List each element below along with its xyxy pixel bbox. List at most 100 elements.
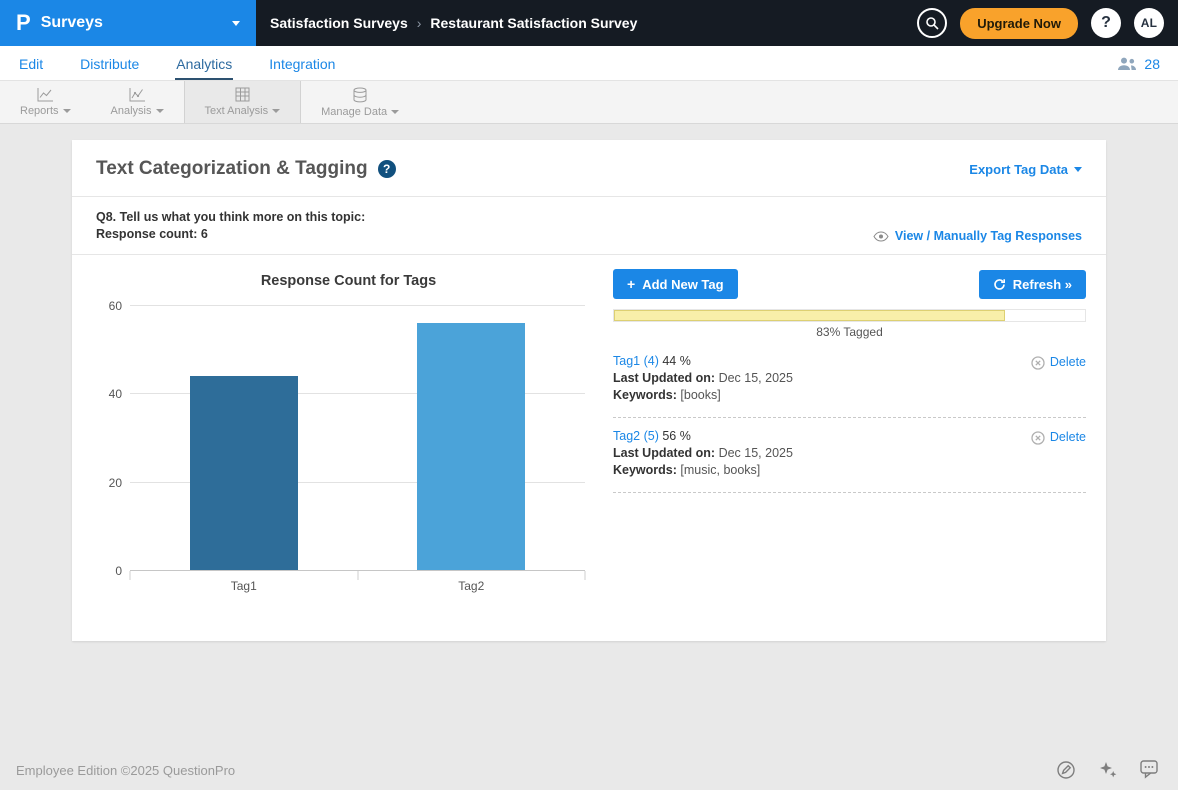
text-analysis-icon <box>235 87 250 102</box>
analytics-toolbar: Reports Analysis Text Analysis Manage Da… <box>0 80 1178 124</box>
keywords-value: [music, books] <box>680 463 760 477</box>
avatar[interactable]: AL <box>1134 8 1164 38</box>
chevron-down-icon <box>272 109 280 113</box>
tag-management-panel: + Add New Tag Refresh » 83% Tagged <box>601 269 1086 593</box>
footer-edition-text: Employee Edition ©2025 QuestionPro <box>16 763 235 778</box>
breadcrumb: Satisfaction Surveys › Restaurant Satisf… <box>270 15 637 31</box>
tag-keywords-line: Keywords: [music, books] <box>613 462 1086 479</box>
help-button[interactable]: ? <box>1091 8 1121 38</box>
tab-integration[interactable]: Integration <box>268 52 336 80</box>
footer: Employee Edition ©2025 QuestionPro <box>0 750 1178 790</box>
last-updated-label: Last Updated on: <box>613 371 715 385</box>
question-text: Q8. Tell us what you think more on this … <box>96 209 365 226</box>
eye-icon <box>873 231 889 242</box>
delete-label: Delete <box>1050 429 1086 446</box>
footer-icons <box>1056 760 1162 780</box>
chart-x-axis-labels: Tag1 Tag2 <box>130 571 585 593</box>
chart-plot-area: 0204060 <box>130 305 585 571</box>
toolbar-item-label: Reports <box>20 105 59 117</box>
toolbar-item-analysis[interactable]: Analysis <box>91 81 184 123</box>
refresh-button[interactable]: Refresh » <box>979 270 1086 299</box>
view-manually-tag-link[interactable]: View / Manually Tag Responses <box>873 229 1082 243</box>
breadcrumb-parent[interactable]: Satisfaction Surveys <box>270 15 408 31</box>
tag-response-chart: Response Count for Tags 0204060 Tag1Tag2 <box>96 269 601 593</box>
delete-tag-button[interactable]: Delete <box>1031 354 1086 371</box>
main-content: Text Categorization & Tagging ? Export T… <box>0 124 1178 750</box>
chevron-down-icon <box>156 109 164 113</box>
y-tick-label: 0 <box>96 564 122 578</box>
tagged-progress-label: 83% Tagged <box>613 325 1086 339</box>
toolbar-item-reports[interactable]: Reports <box>0 81 91 123</box>
refresh-icon <box>993 278 1006 291</box>
add-new-tag-label: Add New Tag <box>642 277 723 292</box>
tag-updated-line: Last Updated on: Dec 15, 2025 <box>613 445 1086 462</box>
breadcrumb-separator-icon: › <box>417 15 422 31</box>
y-tick-label: 20 <box>96 476 122 490</box>
toolbar-item-label: Analysis <box>111 105 152 117</box>
last-updated-value: Dec 15, 2025 <box>719 446 793 460</box>
tab-distribute[interactable]: Distribute <box>79 52 140 80</box>
chevron-down-icon <box>391 110 399 114</box>
tag-percent: 56 % <box>662 429 691 443</box>
reports-icon <box>37 87 54 102</box>
tag-percent: 44 % <box>662 354 691 368</box>
tag-title-line: Tag2 (5) 56 % <box>613 428 1086 445</box>
keywords-value: [books] <box>680 388 720 402</box>
gridline-60 <box>130 305 585 306</box>
delete-tag-button[interactable]: Delete <box>1031 429 1086 446</box>
tag-keywords-line: Keywords: [books] <box>613 387 1086 404</box>
chevron-down-icon <box>1074 167 1082 172</box>
toolbar-item-text-analysis[interactable]: Text Analysis <box>184 81 302 123</box>
tag-title-line: Tag1 (4) 44 % <box>613 353 1086 370</box>
x-axis-label: Tag2 <box>458 579 484 593</box>
help-circle-icon[interactable]: ? <box>378 160 396 178</box>
chart-title: Response Count for Tags <box>96 273 601 289</box>
topbar-actions: Upgrade Now ? AL <box>917 8 1178 39</box>
keywords-label: Keywords: <box>613 463 677 477</box>
y-tick-label: 40 <box>96 387 122 401</box>
card-header: Text Categorization & Tagging ? Export T… <box>72 140 1106 196</box>
view-manually-tag-label: View / Manually Tag Responses <box>895 229 1082 243</box>
questionpro-logo-icon: P <box>16 12 31 34</box>
feedback-pencil-icon[interactable] <box>1056 760 1076 780</box>
card-body: Response Count for Tags 0204060 Tag1Tag2… <box>72 255 1106 641</box>
last-updated-label: Last Updated on: <box>613 446 715 460</box>
sparkles-icon[interactable] <box>1098 760 1118 780</box>
toolbar-item-label: Text Analysis <box>205 105 269 117</box>
toolbar-item-manage-data[interactable]: Manage Data <box>301 81 419 123</box>
tag-name-link[interactable]: Tag1 (4) <box>613 354 659 368</box>
question-info: Q8. Tell us what you think more on this … <box>96 209 365 243</box>
chat-icon[interactable] <box>1140 760 1162 780</box>
y-tick-label: 60 <box>96 299 122 313</box>
analysis-icon <box>129 87 146 102</box>
respondents-icon <box>1117 57 1137 71</box>
bar-tag2[interactable] <box>417 323 525 570</box>
tag-list-item: Tag1 (4) 44 % Last Updated on: Dec 15, 2… <box>613 343 1086 418</box>
export-tag-data-label: Export Tag Data <box>969 162 1068 177</box>
response-count-value: 6 <box>201 227 208 241</box>
chevron-down-icon <box>232 21 240 26</box>
chevron-down-icon <box>63 109 71 113</box>
refresh-label: Refresh » <box>1013 277 1072 292</box>
x-axis-label: Tag1 <box>231 579 257 593</box>
upgrade-now-button[interactable]: Upgrade Now <box>960 8 1078 39</box>
respondents-counter[interactable]: 28 <box>1117 56 1160 80</box>
respondents-count: 28 <box>1144 56 1160 72</box>
search-button[interactable] <box>917 8 947 38</box>
tag-name-link[interactable]: Tag2 (5) <box>613 429 659 443</box>
text-categorization-card: Text Categorization & Tagging ? Export T… <box>72 140 1106 641</box>
tagged-progress-fill <box>614 310 1005 321</box>
tag-list: Tag1 (4) 44 % Last Updated on: Dec 15, 2… <box>613 343 1086 493</box>
breadcrumb-current: Restaurant Satisfaction Survey <box>430 15 637 31</box>
toolbar-item-label: Manage Data <box>321 106 387 118</box>
search-icon <box>925 16 939 30</box>
keywords-label: Keywords: <box>613 388 677 402</box>
bar-tag1[interactable] <box>190 376 298 570</box>
export-tag-data-dropdown[interactable]: Export Tag Data <box>969 162 1082 177</box>
tab-edit[interactable]: Edit <box>18 52 44 80</box>
response-count-line: Response count: 6 <box>96 226 365 243</box>
add-new-tag-button[interactable]: + Add New Tag <box>613 269 738 299</box>
tab-analytics[interactable]: Analytics <box>175 52 233 80</box>
app-label: Surveys <box>41 14 103 32</box>
app-switcher-surveys[interactable]: P Surveys <box>0 0 256 46</box>
